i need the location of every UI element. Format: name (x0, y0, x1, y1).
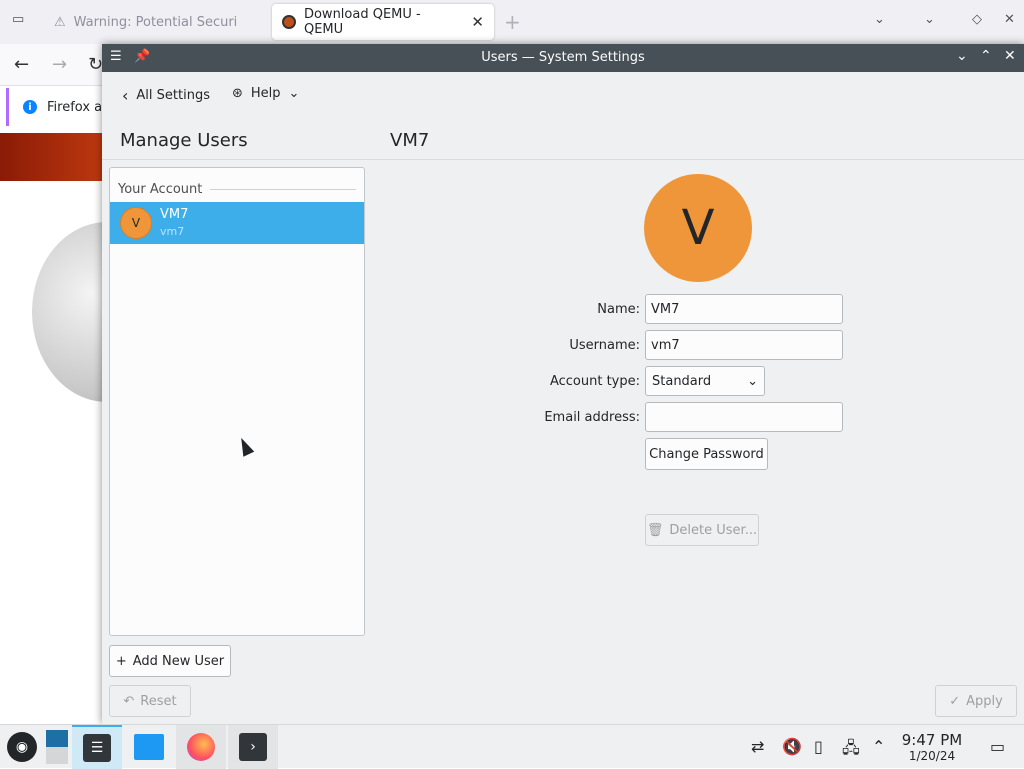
clock-date: 1/20/24 (908, 749, 956, 763)
firefox-tab-qemu[interactable]: Download QEMU - QEMU ✕ (272, 4, 494, 40)
taskbar: ◉ ☰ › ⇄ 🔇 ▯ 🖧 ⌃ 9:47 PM 1/20/24 ▭ (0, 724, 1024, 769)
reset-button[interactable]: ↶ Reset (109, 685, 191, 717)
help-lifebuoy-icon: ⊛ (232, 86, 243, 101)
window-titlebar[interactable]: ☰ 📌 Users — System Settings ⌄ ⌃ ✕ (102, 44, 1024, 72)
new-tab-icon[interactable]: + (504, 10, 521, 34)
help-menu-button[interactable]: ⊛ Help ⌄ (232, 86, 299, 101)
account-type-select[interactable]: Standard ⌄ (645, 366, 765, 396)
change-password-label: Change Password (649, 446, 764, 462)
desktop-pager-icon[interactable] (44, 725, 70, 769)
delete-user-button[interactable]: 🗑 Delete User... (645, 514, 759, 546)
your-account-section: Your Account (118, 182, 356, 197)
user-list[interactable]: Your Account V VM7 vm7 (109, 167, 365, 636)
kde-connect-icon[interactable]: ⇄ (751, 737, 764, 756)
apply-button[interactable]: ✓ Apply (935, 685, 1017, 717)
change-password-button[interactable]: Change Password (645, 438, 768, 470)
page-headings: Manage Users VM7 (102, 116, 1024, 160)
user-name: VM7 (160, 207, 189, 222)
list-item-user-vm7[interactable]: V VM7 vm7 (110, 202, 364, 244)
undo-icon: ↶ (123, 693, 135, 709)
tab-label: Download QEMU - QEMU (303, 7, 421, 37)
taskbar-system-settings-icon[interactable]: ☰ (72, 725, 122, 769)
avatar: V (120, 207, 152, 239)
user-avatar-large[interactable]: V (644, 174, 752, 282)
chevron-down-icon: ⌄ (288, 86, 300, 101)
section-label: Your Account (118, 182, 203, 197)
email-field[interactable] (645, 402, 843, 432)
plus-icon: + (115, 653, 127, 669)
add-user-label: Add New User (132, 653, 225, 669)
digital-clock[interactable]: 9:47 PM 1/20/24 (896, 731, 968, 763)
clock-time: 9:47 PM (901, 731, 963, 749)
user-username: vm7 (160, 225, 185, 238)
apply-label: Apply (966, 693, 1003, 709)
manage-users-title: Manage Users (120, 130, 248, 151)
application-launcher-icon[interactable]: ◉ (2, 725, 42, 769)
close-window-icon[interactable]: ✕ (1004, 12, 1015, 27)
reload-icon[interactable]: ↻ (88, 54, 103, 75)
checkmark-icon: ✓ (949, 693, 961, 709)
name-field[interactable] (645, 294, 843, 324)
account-type-label: Account type: (549, 374, 640, 389)
delete-user-label: Delete User... (669, 522, 758, 538)
window-title: Users — System Settings (481, 50, 645, 65)
notice-text: Firefox au (47, 99, 111, 115)
show-desktop-icon[interactable]: ▭ (990, 737, 1005, 756)
minimize-icon[interactable]: ⌄ (924, 12, 935, 27)
divider (210, 189, 356, 190)
tab-label: Warning: Potential Securi (73, 14, 238, 30)
warning-icon: ⚠ (54, 14, 66, 30)
email-label: Email address: (544, 410, 640, 425)
username-field[interactable] (645, 330, 843, 360)
name-label: Name: (597, 302, 640, 317)
back-arrow-icon[interactable]: ← (14, 54, 29, 75)
volume-muted-icon[interactable]: 🔇 (782, 737, 802, 756)
taskbar-file-manager-icon[interactable] (124, 725, 174, 769)
account-type-value: Standard (652, 373, 712, 389)
forward-arrow-icon[interactable]: → (52, 54, 67, 75)
add-new-user-button[interactable]: + Add New User (109, 645, 231, 677)
chevron-left-icon: ‹ (122, 86, 129, 105)
taskbar-terminal-icon[interactable]: › (228, 725, 278, 769)
chevron-up-icon[interactable]: ⌃ (872, 737, 885, 756)
reset-label: Reset (140, 693, 177, 709)
window-toolbar: ‹ All Settings ⊛ Help ⌄ (102, 72, 1024, 116)
close-tab-icon[interactable]: ✕ (471, 13, 484, 31)
username-label: Username: (569, 338, 640, 353)
firefox-tab-warning[interactable]: ⚠ Warning: Potential Securi (44, 4, 268, 40)
all-settings-button[interactable]: ‹ All Settings (122, 86, 210, 105)
firefox-tab-bar: ▭ ⚠ Warning: Potential Securi Download Q… (0, 0, 1024, 44)
selected-user-title: VM7 (390, 130, 430, 151)
restore-icon[interactable]: ◇ (972, 12, 982, 27)
qemu-favicon-icon (282, 15, 296, 29)
tab-overview-icon[interactable]: ▭ (12, 12, 24, 27)
page-banner (0, 133, 110, 181)
minimize-window-icon[interactable]: ⌄ (956, 48, 968, 64)
info-icon: i (23, 100, 37, 114)
chevron-down-icon: ⌄ (747, 373, 758, 389)
help-label: Help (250, 86, 281, 101)
all-settings-label: All Settings (136, 88, 210, 103)
network-icon[interactable]: 🖧 (842, 737, 860, 764)
taskbar-firefox-icon[interactable] (176, 725, 226, 769)
list-tabs-chevron-icon[interactable]: ⌄ (874, 12, 885, 27)
removable-device-icon[interactable]: ▯ (814, 737, 823, 756)
maximize-window-icon[interactable]: ⌃ (980, 48, 992, 64)
close-window-icon[interactable]: ✕ (1004, 48, 1016, 64)
trash-icon: 🗑 (646, 522, 664, 538)
system-settings-window: ☰ 📌 Users — System Settings ⌄ ⌃ ✕ ‹ All … (102, 44, 1024, 724)
